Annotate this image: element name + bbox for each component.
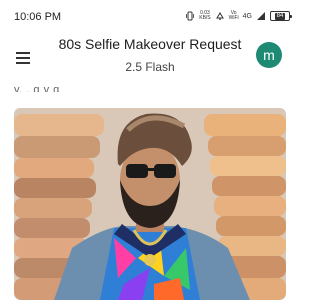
- alarm-icon: [215, 12, 224, 20]
- battery-level: 84: [274, 12, 286, 20]
- photo-image: [14, 108, 286, 300]
- volte-label: Vo WiFi: [228, 10, 239, 21]
- battery-icon: 84: [270, 11, 292, 21]
- net-speed: 0.03 KB/S: [199, 10, 211, 21]
- status-time: 10:06 PM: [14, 11, 62, 23]
- scrolled-text: y, , g y g: [14, 84, 60, 92]
- avatar[interactable]: m: [256, 42, 282, 68]
- signal-icon: [257, 12, 265, 20]
- status-bar: 10:06 PM 0.03 KB/S Vo WiFi 4G 84: [0, 0, 300, 32]
- network-type: 4G: [242, 12, 252, 20]
- conversation-title: 80s Selfie Makeover Request: [58, 36, 242, 52]
- selfie-photo[interactable]: [14, 108, 286, 300]
- status-icons: 0.03 KB/S Vo WiFi 4G 84: [185, 8, 292, 24]
- menu-icon[interactable]: [16, 52, 30, 64]
- model-selector[interactable]: 2.5 Flash: [40, 60, 260, 74]
- vibrate-icon: [186, 11, 195, 21]
